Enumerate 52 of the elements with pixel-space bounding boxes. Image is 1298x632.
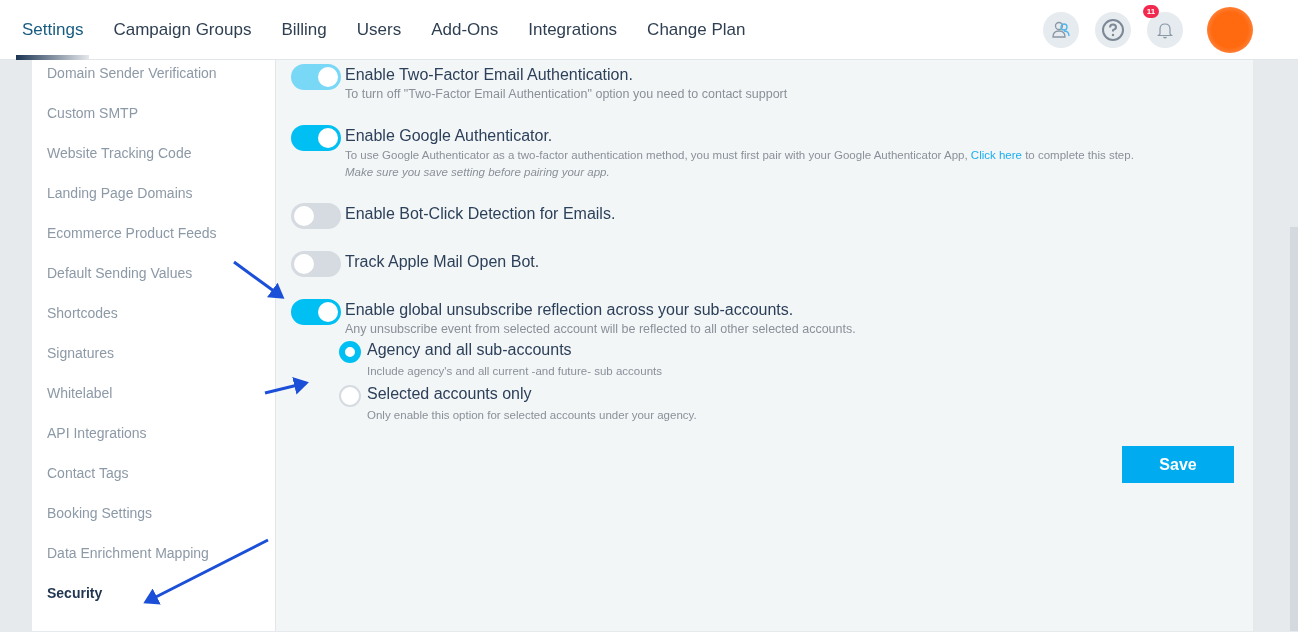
setting-title: Enable Google Authenticator. bbox=[345, 126, 554, 146]
annotation-arrow bbox=[264, 377, 309, 395]
accounts-button[interactable] bbox=[1043, 11, 1079, 48]
sidebar-item[interactable]: Ecommerce Product Feeds bbox=[32, 224, 275, 264]
setting-title: Track Apple Mail Open Bot. bbox=[345, 252, 540, 272]
radio-button[interactable] bbox=[339, 385, 361, 407]
save-button[interactable]: Save bbox=[1122, 446, 1234, 483]
sidebar-item[interactable]: Whitelabel bbox=[32, 384, 275, 424]
option-label: Agency and all sub-accounts bbox=[367, 340, 573, 360]
nav-tab[interactable]: Campaign Groups bbox=[113, 19, 252, 40]
help-icon bbox=[1101, 17, 1125, 42]
sidebar-item[interactable]: Default Sending Values bbox=[32, 264, 275, 304]
bell-icon bbox=[1157, 20, 1173, 39]
option-label: Selected accounts only bbox=[367, 384, 533, 404]
sidebar-item[interactable]: Domain Sender Verification bbox=[32, 64, 275, 104]
nav-tab[interactable]: Settings bbox=[22, 19, 84, 40]
setting-title: Enable Bot-Click Detection for Emails. bbox=[345, 204, 616, 224]
users-icon bbox=[1051, 19, 1071, 40]
avatar[interactable] bbox=[1207, 6, 1253, 53]
setting-title: Enable global unsubscribe reflection across your sub-accounts. bbox=[345, 300, 795, 320]
sidebar-item[interactable]: Security bbox=[32, 584, 275, 624]
setting-description: To turn off "Two-Factor Email Authentication" option you need to contact support bbox=[345, 86, 788, 103]
help-button[interactable] bbox=[1095, 11, 1131, 48]
option-description: Only enable this option for selected accounts under your agency. bbox=[367, 408, 697, 423]
sidebar-item[interactable]: API Integrations bbox=[32, 424, 275, 464]
nav-tab[interactable]: Add-Ons bbox=[431, 19, 499, 40]
sidebar-item[interactable]: Data Enrichment Mapping bbox=[32, 544, 275, 584]
sidebar-item[interactable]: Booking Settings bbox=[32, 504, 275, 544]
notifications-button[interactable] bbox=[1147, 11, 1183, 48]
toggle-switch[interactable] bbox=[291, 251, 341, 277]
radio-button[interactable] bbox=[339, 341, 361, 363]
notification-count: 11 bbox=[1143, 4, 1159, 18]
option-description: Include agency's and all current -and future- sub accounts bbox=[367, 364, 662, 379]
link[interactable]: Click here bbox=[970, 149, 1022, 161]
setting-title: Enable Two-Factor Email Authentication. bbox=[345, 65, 634, 85]
sidebar-item[interactable]: Website Tracking Code bbox=[32, 144, 275, 184]
sidebar-item[interactable]: Shortcodes bbox=[32, 304, 275, 344]
setting-description: Any unsubscribe event from selected account will be reflected to all other selected accounts. bbox=[345, 321, 856, 338]
setting-description: To use Google Authenticator as a two-factor authentication method, you must first pair with your Google Authenticator App, Click here to complete this step. bbox=[345, 148, 1134, 163]
sidebar-item[interactable]: Custom SMTP bbox=[32, 104, 275, 144]
nav-tab[interactable]: Change Plan bbox=[647, 19, 746, 40]
setting-hint: Make sure you save setting before pairing your app. bbox=[345, 165, 611, 180]
toggle-switch[interactable] bbox=[291, 299, 341, 325]
sidebar-item[interactable]: Contact Tags bbox=[32, 464, 275, 504]
toggle-switch[interactable] bbox=[291, 125, 341, 151]
sidebar-item[interactable]: Landing Page Domains bbox=[32, 184, 275, 224]
nav-tab[interactable]: Users bbox=[356, 19, 402, 40]
toggle-switch[interactable] bbox=[291, 203, 341, 229]
annotation-arrow bbox=[233, 260, 285, 299]
sidebar-item[interactable]: Signatures bbox=[32, 344, 275, 384]
nav-tab[interactable]: Billing bbox=[281, 19, 327, 40]
nav-tab[interactable]: Integrations bbox=[528, 19, 618, 40]
